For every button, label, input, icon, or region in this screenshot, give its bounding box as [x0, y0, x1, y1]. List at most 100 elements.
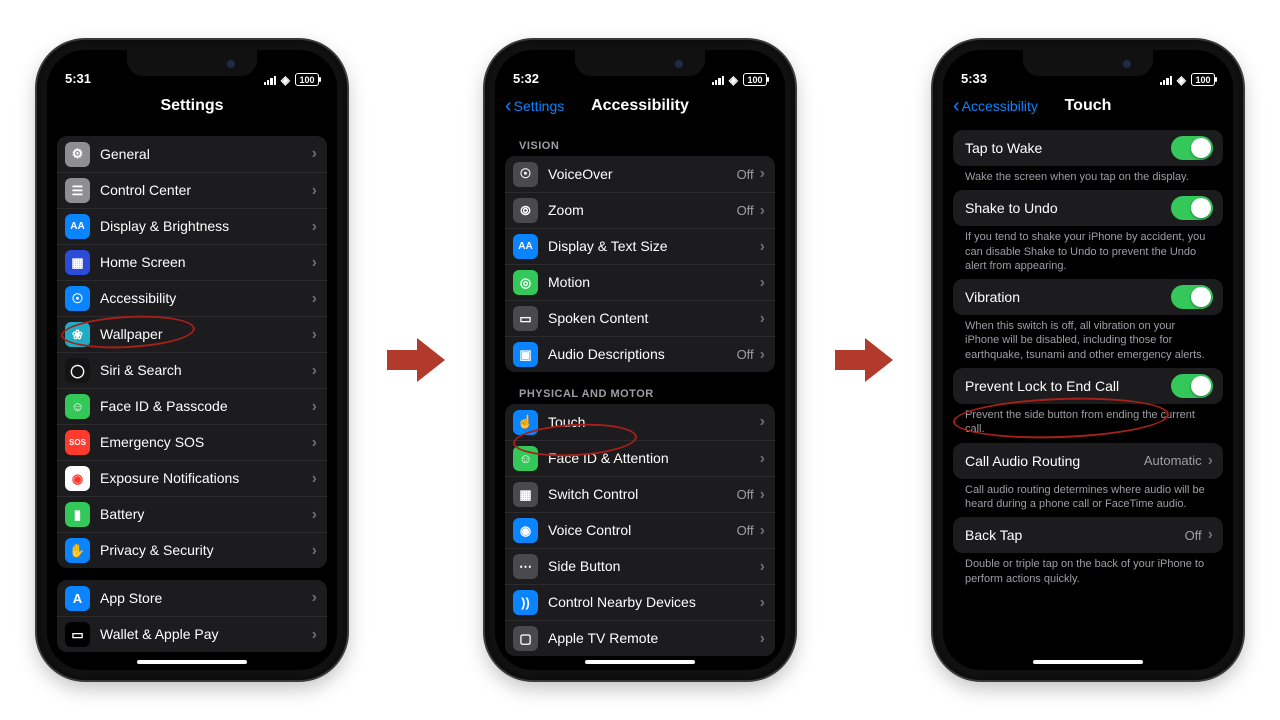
page-title: Settings [160, 97, 223, 115]
tap-to-wake-row[interactable]: Tap to Wake [953, 130, 1223, 166]
navbar: Settings [47, 88, 337, 124]
settings-row[interactable]: ))Control Nearby Devices› [505, 584, 775, 620]
app-icon: ✋ [65, 538, 90, 563]
chevron-right-icon: › [312, 254, 317, 272]
row-label: Motion [548, 274, 760, 290]
footer-text: If you tend to shake your iPhone by acci… [953, 226, 1223, 279]
notch [575, 50, 705, 76]
toggle-on-icon[interactable] [1171, 136, 1213, 160]
settings-row[interactable]: AADisplay & Brightness› [57, 208, 327, 244]
shake-to-undo-row[interactable]: Shake to Undo [953, 190, 1223, 226]
app-icon: ⚙ [65, 142, 90, 167]
row-label: Back Tap [965, 527, 1185, 543]
row-label: Switch Control [548, 486, 737, 502]
toggle-on-icon[interactable] [1171, 285, 1213, 309]
battery-icon: 100 [1191, 73, 1215, 86]
chevron-right-icon: › [760, 450, 765, 468]
settings-row[interactable]: ⚙General› [57, 136, 327, 172]
home-indicator[interactable] [137, 660, 247, 664]
settings-row[interactable]: ☉Accessibility› [57, 280, 327, 316]
app-icon: ❀ [65, 322, 90, 347]
app-icon: ☺ [65, 394, 90, 419]
row-value: Off [737, 347, 754, 362]
chevron-right-icon: › [760, 238, 765, 256]
wifi-icon: ◈ [1177, 74, 1186, 86]
app-icon: ▦ [65, 250, 90, 275]
app-icon: ◯ [65, 358, 90, 383]
row-label: Spoken Content [548, 310, 760, 326]
settings-row[interactable]: ▭Wallet & Apple Pay› [57, 616, 327, 652]
call-audio-routing-row[interactable]: Call Audio Routing Automatic › [953, 443, 1223, 479]
settings-row[interactable]: ▣Audio DescriptionsOff› [505, 336, 775, 372]
app-icon: AA [65, 214, 90, 239]
chevron-right-icon: › [760, 486, 765, 504]
row-label: Exposure Notifications [100, 470, 312, 486]
settings-row[interactable]: ⦾ZoomOff› [505, 192, 775, 228]
settings-row[interactable]: ☝Touch› [505, 404, 775, 440]
settings-row[interactable]: AADisplay & Text Size› [505, 228, 775, 264]
app-icon: ☉ [513, 162, 538, 187]
settings-row[interactable]: ☰Control Center› [57, 172, 327, 208]
settings-row[interactable]: ☺ Face ID & Attention› [505, 440, 775, 476]
app-icon: ▮ [65, 502, 90, 527]
chevron-right-icon: › [760, 310, 765, 328]
page-title: Accessibility [591, 97, 689, 115]
settings-row[interactable]: AApp Store› [57, 580, 327, 616]
chevron-left-icon: ‹ [953, 95, 960, 118]
chevron-right-icon: › [312, 326, 317, 344]
footer-text: Prevent the side button from ending the … [953, 404, 1223, 443]
chevron-right-icon: › [1208, 526, 1213, 544]
flow-arrow-icon [387, 338, 445, 382]
chevron-right-icon: › [312, 589, 317, 607]
chevron-right-icon: › [312, 542, 317, 560]
home-indicator[interactable] [1033, 660, 1143, 664]
row-label: Vibration [965, 289, 1171, 305]
settings-row[interactable]: ▢Apple TV Remote› [505, 620, 775, 656]
back-button[interactable]: ‹ Accessibility [953, 95, 1038, 118]
prevent-lock-row[interactable]: Prevent Lock to End Call [953, 368, 1223, 404]
settings-row[interactable]: ☉VoiceOverOff› [505, 156, 775, 192]
row-label: Face ID & Attention [548, 450, 760, 466]
chevron-right-icon: › [1208, 452, 1213, 470]
settings-row[interactable]: ❀Wallpaper› [57, 316, 327, 352]
settings-row[interactable]: ▮Battery› [57, 496, 327, 532]
app-icon: ▭ [513, 306, 538, 331]
settings-row[interactable]: ☺Face ID & Passcode› [57, 388, 327, 424]
toggle-on-icon[interactable] [1171, 196, 1213, 220]
row-label: Siri & Search [100, 362, 312, 378]
back-button[interactable]: ‹ Settings [505, 95, 564, 118]
settings-row[interactable]: ✋Privacy & Security› [57, 532, 327, 568]
toggle-on-icon[interactable] [1171, 374, 1213, 398]
back-label: Accessibility [962, 98, 1038, 114]
app-icon: ◎ [513, 270, 538, 295]
settings-row[interactable]: ▦Switch ControlOff› [505, 476, 775, 512]
chevron-right-icon: › [312, 290, 317, 308]
chevron-right-icon: › [312, 182, 317, 200]
app-icon: ☺ [513, 446, 538, 471]
footer-text: Call audio routing determines where audi… [953, 479, 1223, 518]
settings-row[interactable]: ▦Home Screen› [57, 244, 327, 280]
wifi-icon: ◈ [281, 74, 290, 86]
row-label: Voice Control [548, 522, 737, 538]
row-label: Tap to Wake [965, 140, 1171, 156]
section-header: PHYSICAL AND MOTOR [505, 384, 775, 404]
vibration-row[interactable]: Vibration [953, 279, 1223, 315]
settings-row[interactable]: ⋯Side Button› [505, 548, 775, 584]
settings-row[interactable]: ▭ Spoken Content› [505, 300, 775, 336]
chevron-right-icon: › [760, 558, 765, 576]
row-label: App Store [100, 590, 312, 606]
app-icon: ⋯ [513, 554, 538, 579]
footer-text: Double or triple tap on the back of your… [953, 553, 1223, 592]
back-tap-row[interactable]: Back Tap Off › [953, 517, 1223, 553]
notch [127, 50, 257, 76]
app-icon: ▣ [513, 342, 538, 367]
settings-row[interactable]: ◎Motion› [505, 264, 775, 300]
settings-row[interactable]: ◉Exposure Notifications› [57, 460, 327, 496]
row-label: Prevent Lock to End Call [965, 378, 1171, 394]
settings-row[interactable]: ◉Voice ControlOff› [505, 512, 775, 548]
row-value: Off [737, 487, 754, 502]
settings-row[interactable]: SOSEmergency SOS› [57, 424, 327, 460]
wifi-icon: ◈ [729, 74, 738, 86]
settings-row[interactable]: ◯Siri & Search› [57, 352, 327, 388]
home-indicator[interactable] [585, 660, 695, 664]
